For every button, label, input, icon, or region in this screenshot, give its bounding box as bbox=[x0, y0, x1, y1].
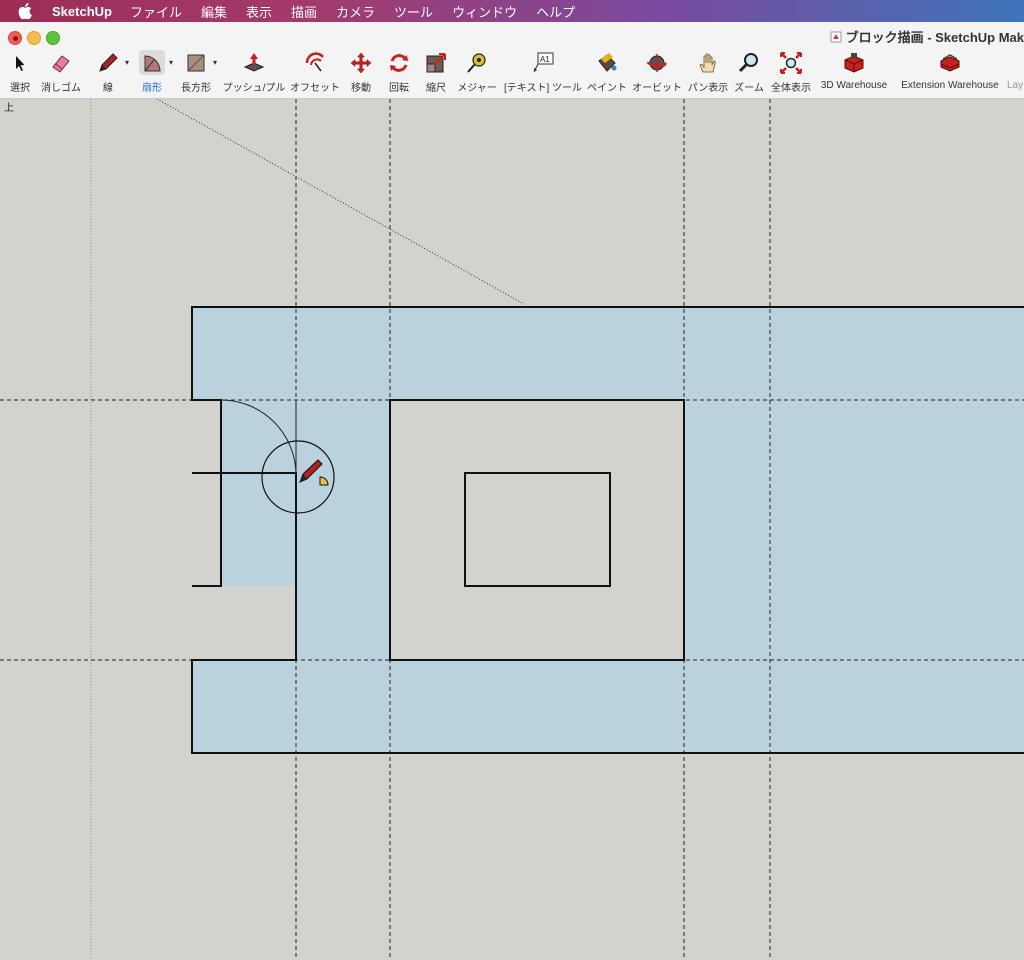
tool-eraser[interactable]: 消しゴム bbox=[36, 50, 86, 94]
extension-warehouse-icon bbox=[937, 50, 963, 76]
scale-icon bbox=[423, 50, 449, 75]
tool-label: Lay bbox=[1006, 80, 1024, 91]
svg-text:A1: A1 bbox=[540, 55, 550, 64]
layout-icon bbox=[1006, 50, 1024, 76]
tool-move[interactable]: 移動 bbox=[346, 50, 376, 94]
tool-label: ズーム bbox=[734, 83, 764, 94]
tool-label: 3D Warehouse bbox=[820, 80, 888, 91]
menu-file[interactable]: ファイル bbox=[130, 2, 182, 21]
tool-label: Extension Warehouse bbox=[901, 80, 999, 91]
move-icon bbox=[348, 50, 374, 75]
tool-zoom[interactable]: ズーム bbox=[733, 50, 765, 94]
tool-scale[interactable]: 縮尺 bbox=[421, 50, 451, 94]
chevron-down-icon[interactable]: ▾ bbox=[169, 58, 173, 67]
menu-tools[interactable]: ツール bbox=[394, 2, 433, 21]
3d-warehouse-icon bbox=[841, 50, 867, 76]
zoom-extents-icon bbox=[778, 50, 804, 75]
drawing-viewport[interactable]: 上 bbox=[0, 99, 1024, 960]
pencil-icon: ▾ bbox=[95, 50, 129, 75]
tool-label: パン表示 bbox=[687, 83, 729, 94]
tool-3d-warehouse[interactable]: 3D Warehouse bbox=[816, 50, 892, 94]
menu-help[interactable]: ヘルプ bbox=[536, 2, 575, 21]
tool-zoom-extents[interactable]: 全体表示 bbox=[768, 50, 814, 94]
tool-label: 縮尺 bbox=[426, 83, 446, 94]
menu-camera[interactable]: カメラ bbox=[336, 2, 375, 21]
pan-hand-icon bbox=[695, 50, 721, 75]
tool-label: プッシュ/プル bbox=[222, 83, 286, 94]
tape-measure-icon bbox=[464, 50, 490, 75]
zoom-icon bbox=[736, 50, 762, 75]
close-window-button[interactable] bbox=[8, 31, 22, 45]
tool-label: メジャー bbox=[457, 83, 497, 94]
tool-label: 全体表示 bbox=[771, 83, 811, 94]
tool-label: ペイント bbox=[587, 83, 627, 94]
menu-bar: SketchUp ファイル 編集 表示 描画 カメラ ツール ウィンドウ ヘルプ bbox=[0, 0, 1024, 22]
tool-label: 回転 bbox=[389, 83, 409, 94]
window-title-text: ブロック描画 - SketchUp Mak bbox=[845, 30, 1024, 45]
paint-bucket-icon bbox=[594, 50, 620, 75]
menu-view[interactable]: 表示 bbox=[246, 2, 272, 21]
tool-text[interactable]: A1 [テキスト] ツール bbox=[503, 50, 583, 94]
tool-label: オービット bbox=[632, 83, 682, 94]
tool-label: 選択 bbox=[10, 83, 30, 94]
tool-pie[interactable]: ▾ 扇形 bbox=[132, 50, 173, 94]
tool-label: 移動 bbox=[351, 83, 371, 94]
zoom-window-button[interactable] bbox=[46, 31, 60, 45]
tool-layout[interactable]: Lay bbox=[1006, 50, 1024, 94]
menu-edit[interactable]: 編集 bbox=[201, 2, 227, 21]
inference-line bbox=[156, 99, 525, 305]
tool-line[interactable]: ▾ 線 bbox=[92, 50, 129, 94]
select-arrow-icon bbox=[7, 50, 33, 75]
tool-label: 長方形 bbox=[181, 83, 211, 94]
tool-rectangle[interactable]: ▾ 長方形 bbox=[180, 50, 217, 94]
app-menu-sketchup[interactable]: SketchUp bbox=[52, 4, 112, 19]
tool-push-pull[interactable]: プッシュ/プル bbox=[222, 50, 286, 94]
orbit-icon bbox=[644, 50, 670, 75]
view-label: 上 bbox=[4, 103, 14, 114]
tool-label: オフセット bbox=[290, 83, 340, 94]
push-pull-icon bbox=[241, 50, 267, 75]
menu-window[interactable]: ウィンドウ bbox=[452, 2, 517, 21]
rotate-icon bbox=[386, 50, 412, 75]
apple-icon[interactable] bbox=[18, 3, 34, 19]
arc-pie-icon: ▾ bbox=[139, 50, 173, 75]
offset-icon bbox=[302, 50, 328, 75]
minimize-window-button[interactable] bbox=[27, 31, 41, 45]
rectangle-icon: ▾ bbox=[183, 50, 217, 75]
faces bbox=[192, 307, 1024, 753]
chevron-down-icon[interactable]: ▾ bbox=[213, 58, 217, 67]
chevron-down-icon[interactable]: ▾ bbox=[125, 58, 129, 67]
tool-select[interactable]: 選択 bbox=[4, 50, 36, 94]
tool-label: 扇形 bbox=[142, 83, 162, 94]
text-tool-icon: A1 bbox=[530, 50, 556, 75]
tool-extension-warehouse[interactable]: Extension Warehouse bbox=[896, 50, 1004, 94]
tool-tape-measure[interactable]: メジャー bbox=[456, 50, 498, 94]
document-icon bbox=[830, 31, 842, 42]
tool-label: 消しゴム bbox=[41, 83, 81, 94]
drawing-canvas[interactable] bbox=[0, 99, 1024, 960]
window-title: ブロック描画 - SketchUp Mak bbox=[830, 27, 1024, 46]
tool-rotate[interactable]: 回転 bbox=[384, 50, 414, 94]
tool-paint[interactable]: ペイント bbox=[586, 50, 628, 94]
tool-orbit[interactable]: オービット bbox=[632, 50, 682, 94]
tool-label: [テキスト] ツール bbox=[503, 83, 583, 94]
tool-pan[interactable]: パン表示 bbox=[687, 50, 729, 94]
tool-label: 線 bbox=[103, 83, 113, 94]
tool-offset[interactable]: オフセット bbox=[290, 50, 340, 94]
window-titlebar: ブロック描画 - SketchUp Mak 選択 消しゴム ▾ 線 ▾ 扇形 ▾ bbox=[0, 22, 1024, 99]
menu-draw[interactable]: 描画 bbox=[291, 2, 317, 21]
eraser-icon bbox=[48, 50, 74, 75]
